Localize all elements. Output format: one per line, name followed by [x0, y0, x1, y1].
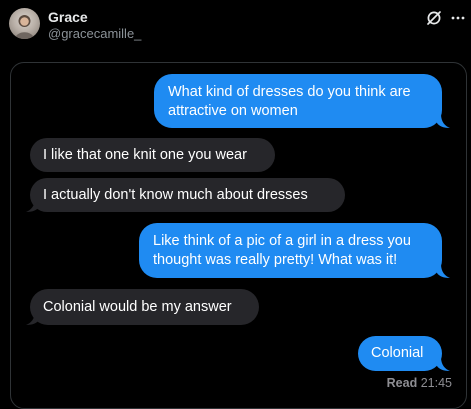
message-text: I actually don't know much about dresses: [43, 186, 308, 203]
avatar-image: [15, 15, 34, 39]
message-text: Like think of a pic of a girl in a dress…: [153, 233, 411, 249]
avatar[interactable]: [9, 8, 40, 39]
bubble-tail: [26, 198, 39, 212]
message-text: Colonial would be my answer: [43, 298, 232, 315]
message-text: What kind of dresses do you think are: [168, 84, 411, 100]
bubble-tail: [437, 357, 450, 371]
post-header: Grace @gracecamille_: [0, 0, 471, 56]
read-receipt: Read 21:45: [387, 376, 452, 390]
read-time: 21:45: [420, 376, 452, 390]
message-bubble-sent: Like think of a pic of a girl in a dress…: [139, 223, 442, 278]
message-bubble-received: Colonial would be my answer: [30, 289, 259, 325]
more-icon[interactable]: [450, 9, 466, 27]
screenshot-media[interactable]: What kind of dresses do you think are at…: [10, 62, 467, 409]
bubble-tail: [437, 264, 450, 278]
message-bubble-received: I like that one knit one you wear: [30, 138, 275, 172]
bubble-tail: [437, 114, 450, 128]
bubble-tail: [26, 311, 39, 325]
message-bubble-sent: What kind of dresses do you think are at…: [154, 74, 442, 128]
message-bubble-received: I actually don't know much about dresses: [30, 178, 345, 212]
grok-icon[interactable]: [425, 9, 443, 27]
message-bubble-sent: Colonial: [358, 336, 442, 371]
message-text: thought was really pretty! What was it!: [153, 252, 398, 268]
message-text: Colonial: [371, 345, 424, 361]
read-label: Read: [386, 376, 418, 390]
author-handle[interactable]: @gracecamille_: [48, 26, 141, 42]
message-text: I like that one knit one you wear: [43, 146, 247, 163]
author-name[interactable]: Grace: [48, 9, 88, 25]
message-text: attractive on women: [168, 103, 298, 119]
